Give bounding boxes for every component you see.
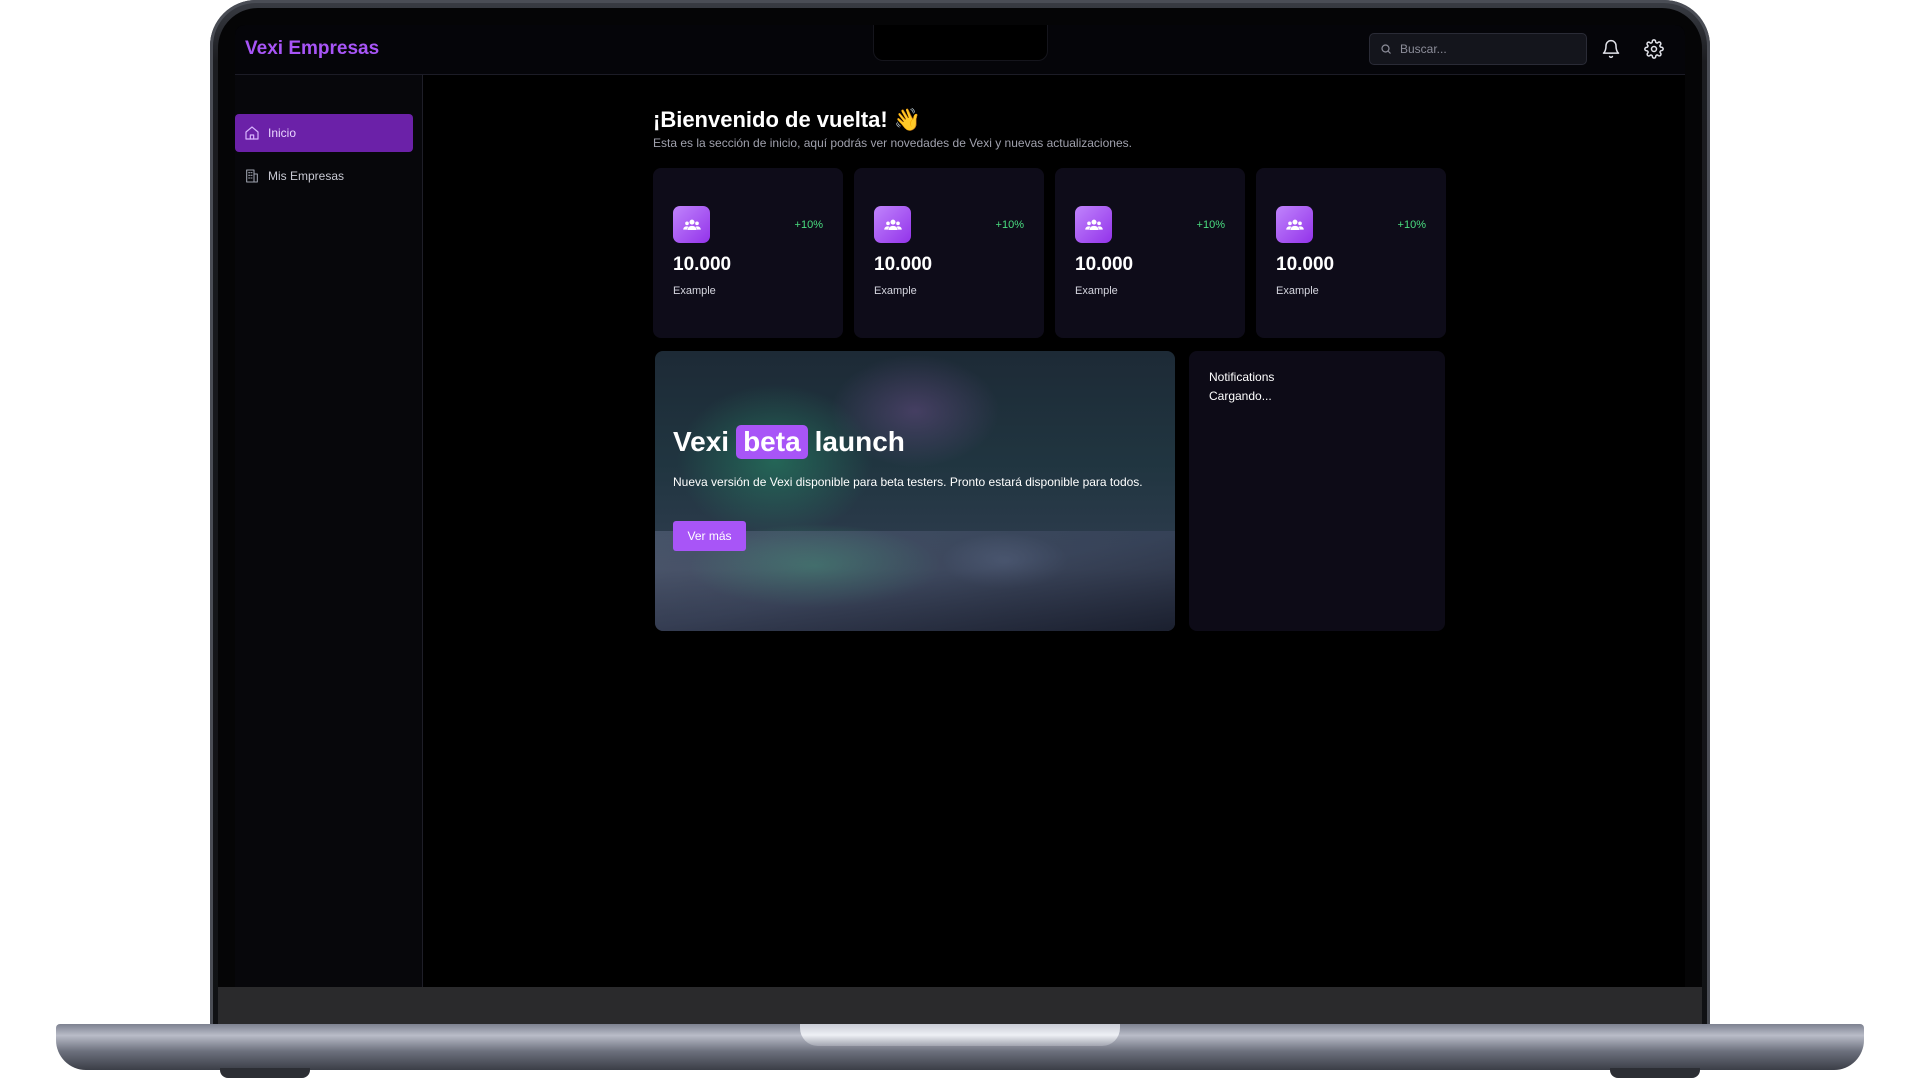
camera-notch xyxy=(873,25,1048,61)
sidebar-item-inicio[interactable]: Inicio xyxy=(235,114,413,152)
app-screen: Vexi Empresas Inicio Mis Empresas ¡Bienv… xyxy=(235,25,1685,987)
users-icon xyxy=(883,219,902,230)
ver-mas-button[interactable]: Ver más xyxy=(673,521,746,551)
notifications-panel: Notifications Cargando... xyxy=(1189,351,1445,631)
home-icon xyxy=(245,126,259,140)
stat-card-value: 10.000 xyxy=(1276,254,1335,275)
laptop-screen-chin xyxy=(218,987,1702,1027)
search-icon xyxy=(1381,44,1391,54)
laptop-base-notch xyxy=(800,1024,1120,1046)
stat-card-value: 10.000 xyxy=(1075,254,1134,275)
stat-card-icon xyxy=(673,206,710,243)
stat-card: +10% 10.000 Example xyxy=(1055,168,1245,338)
settings-button[interactable] xyxy=(1644,39,1664,59)
beta-launch-banner: Vexi beta launch Nueva versión de Vexi d… xyxy=(655,351,1175,631)
building-icon xyxy=(246,169,258,183)
stat-card-delta: +10% xyxy=(1397,219,1426,231)
bell-icon xyxy=(1602,39,1620,59)
banner-description: Nueva versión de Vexi disponible para be… xyxy=(673,475,1143,489)
page-subtitle: Esta es la sección de inicio, aquí podrá… xyxy=(653,136,1132,150)
stat-card-icon xyxy=(874,206,911,243)
stat-card-icon xyxy=(1075,206,1112,243)
gear-icon xyxy=(1644,39,1664,59)
notifications-title: Notifications xyxy=(1209,370,1275,384)
search-box[interactable] xyxy=(1369,33,1587,65)
users-icon xyxy=(1084,219,1103,230)
stat-card-value: 10.000 xyxy=(874,254,933,275)
stat-card-label: Example xyxy=(1075,285,1118,297)
page-title: ¡Bienvenido de vuelta! 👋 xyxy=(653,107,922,132)
users-icon xyxy=(1285,219,1304,230)
sidebar-item-label: Inicio xyxy=(268,126,297,140)
stat-card-delta: +10% xyxy=(794,219,823,231)
notifications-button[interactable] xyxy=(1601,39,1621,59)
stat-card: +10% 10.000 Example xyxy=(653,168,843,338)
sidebar-item-mis-empresas[interactable]: Mis Empresas xyxy=(235,157,413,195)
stat-card-delta: +10% xyxy=(1196,219,1225,231)
notifications-loading-status: Cargando... xyxy=(1209,389,1272,403)
search-input[interactable] xyxy=(1400,42,1580,56)
beta-badge: beta xyxy=(736,425,808,459)
banner-title-prefix: Vexi xyxy=(673,426,730,457)
brand-logo[interactable]: Vexi Empresas xyxy=(245,38,379,60)
stat-card-label: Example xyxy=(874,285,917,297)
sidebar: Inicio Mis Empresas xyxy=(235,75,423,987)
banner-title-suffix: launch xyxy=(814,426,905,457)
users-icon xyxy=(682,219,701,230)
sidebar-item-label: Mis Empresas xyxy=(268,169,345,183)
stat-card: +10% 10.000 Example xyxy=(854,168,1044,338)
stat-card-icon xyxy=(1276,206,1313,243)
laptop-foot-right xyxy=(1610,1068,1700,1078)
stat-card-label: Example xyxy=(673,285,716,297)
stat-card-label: Example xyxy=(1276,285,1319,297)
stat-card: +10% 10.000 Example xyxy=(1256,168,1446,338)
laptop-foot-left xyxy=(220,1068,310,1078)
stat-card-value: 10.000 xyxy=(673,254,732,275)
top-bar: Vexi Empresas xyxy=(235,25,1685,75)
stat-card-delta: +10% xyxy=(995,219,1024,231)
banner-title: Vexi beta launch xyxy=(673,425,905,459)
